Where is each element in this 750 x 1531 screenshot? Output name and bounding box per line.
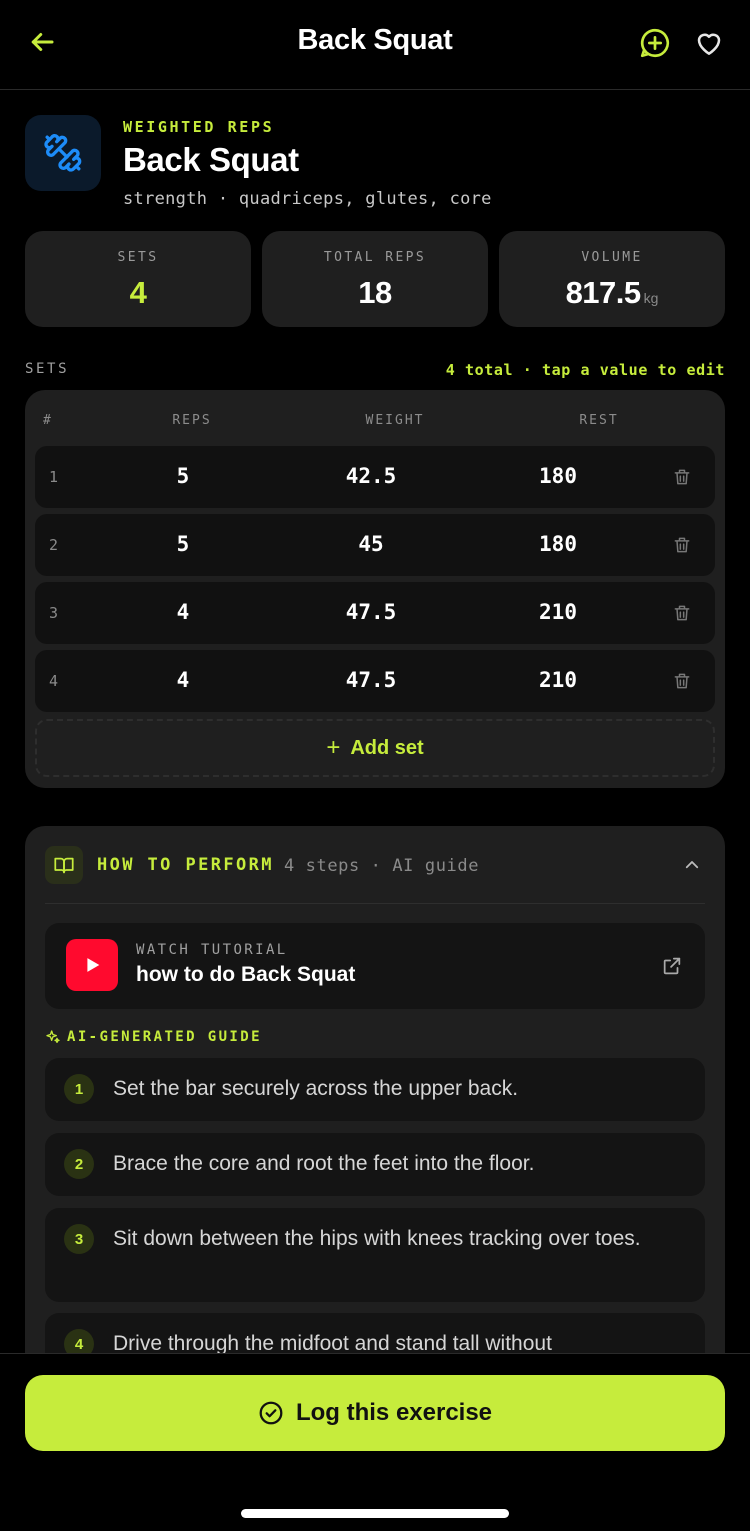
exercise-type-label: WEIGHTED REPS [123, 118, 275, 136]
step-text: Sit down between the hips with knees tra… [113, 1227, 641, 1250]
set-rest-value[interactable]: 180 [498, 464, 618, 488]
log-exercise-label: Log this exercise [295, 1399, 493, 1426]
delete-set-button[interactable] [671, 466, 693, 488]
step-text: Brace the core and root the feet into th… [113, 1152, 535, 1175]
set-reps-value[interactable]: 5 [123, 464, 243, 488]
set-reps-value[interactable]: 4 [123, 668, 243, 692]
column-header-index: # [43, 413, 53, 428]
sparkles-icon [46, 1030, 60, 1043]
stat-value: 817.5 [565, 275, 642, 310]
set-weight-value[interactable]: 47.5 [311, 600, 431, 624]
set-index: 3 [49, 604, 59, 622]
play-icon [87, 958, 100, 972]
delete-set-button[interactable] [671, 534, 693, 556]
bottom-action-bar: Log this exercise [0, 1353, 750, 1531]
sets-heading: SETS [25, 361, 70, 377]
check-circle-icon [259, 1401, 283, 1425]
exercise-tags: strength · quadriceps, glutes, core [123, 189, 492, 209]
set-weight-value[interactable]: 42.5 [311, 464, 431, 488]
guide-step: 1 Set the bar securely across the upper … [45, 1058, 705, 1121]
column-header-rest: REST [579, 413, 619, 428]
chevron-up-icon [685, 861, 699, 869]
stat-value-row: 817.5 kg [499, 275, 725, 311]
set-row: 1 5 42.5 180 [35, 446, 715, 508]
exercise-icon-tile [25, 115, 101, 191]
log-exercise-button[interactable]: Log this exercise [25, 1375, 725, 1451]
dumbbell-icon [44, 134, 82, 172]
delete-set-button[interactable] [671, 602, 693, 624]
set-row: 3 4 47.5 210 [35, 582, 715, 644]
external-link-icon [663, 957, 681, 975]
tutorial-title: how to do Back Squat [136, 963, 356, 986]
delete-set-button[interactable] [671, 670, 693, 692]
column-header-weight: WEIGHT [365, 413, 425, 428]
stat-label: VOLUME [581, 250, 643, 265]
collapse-button[interactable] [681, 854, 703, 876]
heart-icon [697, 33, 721, 55]
add-set-label: Add set [350, 736, 424, 759]
stat-card-volume: VOLUME 817.5 kg [499, 231, 725, 327]
stat-label: TOTAL REPS [323, 250, 427, 265]
how-to-perform-section: HOW TO PERFORM 4 steps · AI guide WATCH … [25, 826, 725, 1393]
set-rest-value[interactable]: 210 [498, 600, 618, 624]
step-number: 3 [64, 1224, 94, 1254]
stat-unit: kg [643, 290, 659, 306]
youtube-logo [66, 939, 118, 991]
ai-guide-label-text: AI-GENERATED GUIDE [67, 1029, 262, 1045]
set-weight-value[interactable]: 45 [311, 532, 431, 556]
book-icon-tile [45, 846, 83, 884]
column-header-reps: REPS [172, 413, 212, 428]
ai-guide-label: AI-GENERATED GUIDE [45, 1029, 262, 1045]
trash-icon [674, 537, 690, 553]
plus-circle-icon [640, 28, 670, 58]
external-link-icon-wrap [660, 954, 684, 978]
add-set-button[interactable]: + Add set [35, 719, 715, 777]
set-rest-value[interactable]: 180 [498, 532, 618, 556]
set-row: 4 4 47.5 210 [35, 650, 715, 712]
stat-card-sets: SETS 4 [25, 231, 251, 327]
how-to-perform-meta: 4 steps · AI guide [284, 856, 480, 876]
set-rest-value[interactable]: 210 [498, 668, 618, 692]
how-to-perform-title: HOW TO PERFORM [97, 855, 274, 875]
step-number: 1 [64, 1074, 94, 1104]
stat-card-total-reps: TOTAL REPS 18 [262, 231, 488, 327]
set-row: 2 5 45 180 [35, 514, 715, 576]
exercise-name: Back Squat [123, 141, 299, 178]
sets-hint: 4 total · tap a value to edit [445, 361, 725, 379]
set-weight-value[interactable]: 47.5 [311, 668, 431, 692]
set-index: 1 [49, 468, 59, 486]
favorite-button[interactable] [690, 24, 728, 62]
guide-step: 2 Brace the core and root the feet into … [45, 1133, 705, 1196]
sets-table: # REPS WEIGHT REST 1 5 42.5 180 2 5 45 1… [25, 390, 725, 788]
set-reps-value[interactable]: 5 [123, 532, 243, 556]
divider [45, 903, 705, 904]
tutorial-label: WATCH TUTORIAL [136, 942, 288, 958]
book-open-icon [54, 857, 74, 874]
stat-value: 4 [129, 275, 147, 310]
stat-value: 18 [358, 275, 392, 310]
trash-icon [674, 469, 690, 485]
app-header: Back Squat [0, 0, 750, 90]
set-reps-value[interactable]: 4 [123, 600, 243, 624]
guide-step: 3 Sit down between the hips with knees t… [45, 1208, 705, 1302]
step-text: Set the bar securely across the upper ba… [113, 1077, 519, 1100]
trash-icon [674, 605, 690, 621]
stat-label: SETS [117, 250, 159, 265]
add-to-workout-button[interactable] [636, 24, 674, 62]
trash-icon [674, 673, 690, 689]
plus-icon: + [326, 734, 341, 761]
step-number: 2 [64, 1149, 94, 1179]
set-index: 2 [49, 536, 59, 554]
set-index: 4 [49, 672, 59, 690]
watch-tutorial-link[interactable]: WATCH TUTORIAL how to do Back Squat [45, 923, 705, 1009]
home-indicator[interactable] [241, 1509, 509, 1518]
